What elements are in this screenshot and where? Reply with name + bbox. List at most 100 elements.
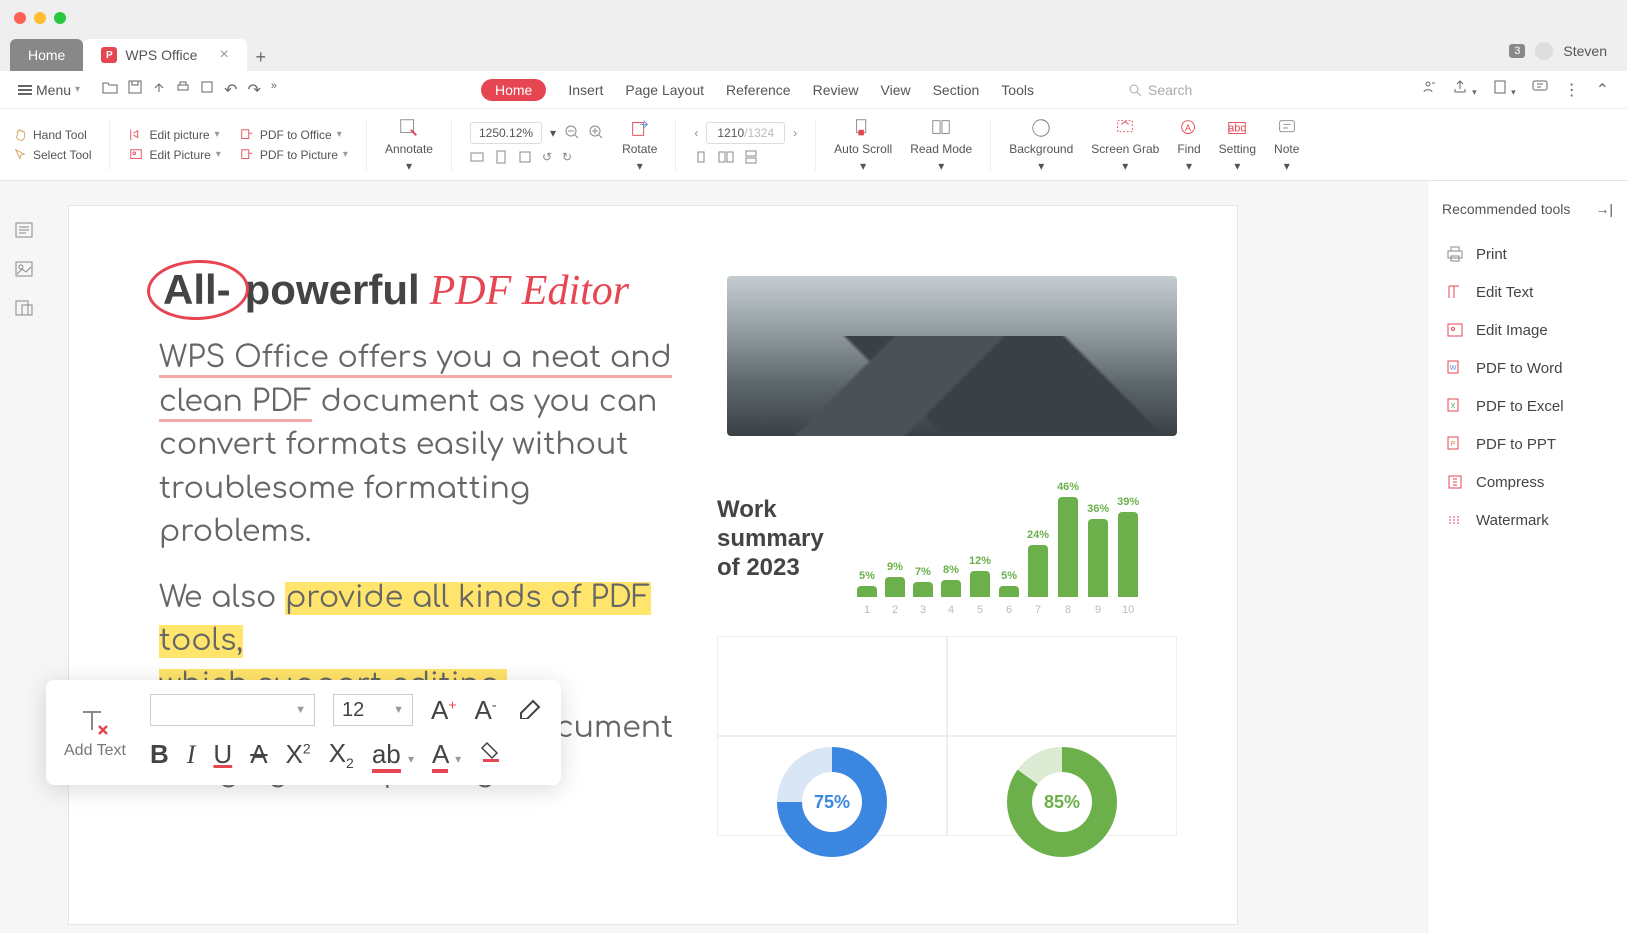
document-viewport[interactable]: All- powerful PDF Editor WPS Office offe… bbox=[48, 181, 1427, 933]
zoom-in-icon[interactable] bbox=[588, 124, 604, 143]
share-icon[interactable] bbox=[1420, 79, 1436, 100]
sidebar-item-pdf-word[interactable]: WPDF to Word bbox=[1442, 349, 1613, 387]
ribbon-page-layout[interactable]: Page Layout bbox=[625, 82, 704, 98]
pdf-to-picture[interactable]: PDF to Picture▾ bbox=[239, 148, 348, 162]
font-color-icon[interactable]: A ▾ bbox=[432, 739, 461, 770]
notification-badge[interactable]: 3 bbox=[1509, 44, 1525, 58]
continuous-icon[interactable] bbox=[744, 150, 758, 167]
rotate-button[interactable]: Rotate▾ bbox=[622, 117, 657, 173]
two-page-icon[interactable] bbox=[718, 150, 734, 167]
sidebar-item-edit-image[interactable]: Edit Image bbox=[1442, 311, 1613, 349]
subscript-icon[interactable]: X2 bbox=[329, 738, 354, 771]
eraser-icon[interactable] bbox=[515, 695, 543, 726]
ribbon-section[interactable]: Section bbox=[933, 82, 980, 98]
attachment-icon[interactable] bbox=[14, 299, 34, 322]
export-icon[interactable] bbox=[152, 80, 166, 100]
sidebar-item-pdf-ppt[interactable]: PPDF to PPT bbox=[1442, 425, 1613, 463]
hand-tool[interactable]: Hand Tool bbox=[12, 128, 91, 142]
zoom-out-icon[interactable] bbox=[564, 124, 580, 143]
bar-col: 39%10 bbox=[1117, 496, 1139, 616]
quick-access: ↶ ↷ » bbox=[102, 80, 277, 100]
ribbon-reference[interactable]: Reference bbox=[726, 82, 791, 98]
single-page-icon[interactable] bbox=[694, 150, 708, 167]
collapse-sidebar-icon[interactable]: →| bbox=[1595, 201, 1613, 217]
sidebar-item-compress[interactable]: Compress bbox=[1442, 463, 1613, 501]
tabbar: Home P WPS Office × + 3 Steven bbox=[0, 35, 1627, 71]
add-text-button[interactable]: Add Text bbox=[64, 706, 126, 760]
auto-scroll-button[interactable]: Auto Scroll▾ bbox=[834, 117, 892, 173]
bar-col: 24%7 bbox=[1027, 529, 1049, 616]
ribbon-tools[interactable]: Tools bbox=[1001, 82, 1034, 98]
actual-size-icon[interactable] bbox=[518, 150, 532, 167]
fit-width-icon[interactable] bbox=[470, 150, 484, 167]
outline-icon[interactable] bbox=[14, 221, 34, 244]
note-button[interactable]: Note▾ bbox=[1274, 117, 1299, 173]
background-button[interactable]: Background▾ bbox=[1009, 117, 1073, 173]
increase-font-icon[interactable]: A+ bbox=[431, 695, 457, 726]
kebab-icon[interactable]: ⋮ bbox=[1564, 80, 1580, 100]
more-quick-icon[interactable]: » bbox=[271, 80, 277, 100]
ribbon-view[interactable]: View bbox=[881, 82, 911, 98]
close-icon[interactable]: × bbox=[219, 46, 228, 64]
read-mode-button[interactable]: Read Mode▾ bbox=[910, 117, 972, 173]
tab-document[interactable]: P WPS Office × bbox=[83, 39, 246, 71]
upload-icon[interactable]: ▾ bbox=[1452, 79, 1477, 100]
edit-picture-1[interactable]: Edit picture▾ bbox=[128, 128, 220, 142]
bar-col: 9%2 bbox=[885, 561, 905, 616]
edit-picture-2[interactable]: Edit Picture▾ bbox=[128, 148, 220, 162]
decrease-font-icon[interactable]: A- bbox=[475, 695, 497, 726]
underline-icon[interactable]: U bbox=[213, 739, 232, 770]
ribbon-insert[interactable]: Insert bbox=[568, 82, 603, 98]
sidebar-item-watermark[interactable]: Watermark bbox=[1442, 501, 1613, 539]
save-icon[interactable] bbox=[128, 80, 142, 100]
font-family-select[interactable]: ▼ bbox=[150, 694, 315, 726]
collapse-icon[interactable]: ⌃ bbox=[1596, 80, 1609, 100]
body-paragraph-1: WPS Office offers you a neat and clean P… bbox=[159, 337, 679, 555]
find-button[interactable]: A Find▾ bbox=[1177, 117, 1200, 173]
thumbnail-icon[interactable] bbox=[14, 260, 34, 283]
bold-icon[interactable]: B bbox=[150, 739, 169, 770]
highlight-icon[interactable]: ab ▾ bbox=[372, 739, 414, 770]
setting-button[interactable]: abc Setting▾ bbox=[1219, 117, 1256, 173]
minimize-window-button[interactable] bbox=[34, 12, 46, 24]
undo-icon[interactable]: ↶ bbox=[224, 80, 237, 100]
select-tool[interactable]: Select Tool bbox=[12, 148, 91, 162]
new-tab-button[interactable]: + bbox=[247, 43, 275, 71]
ribbon-home[interactable]: Home bbox=[481, 79, 546, 101]
next-page-icon[interactable]: › bbox=[793, 126, 797, 140]
annotate-button[interactable]: Annotate▾ bbox=[385, 117, 433, 173]
circled-text: All- bbox=[159, 266, 235, 314]
superscript-icon[interactable]: X2 bbox=[286, 739, 311, 770]
comment-icon[interactable] bbox=[1532, 80, 1548, 99]
prev-page-icon[interactable]: ‹ bbox=[694, 126, 698, 140]
rotate-right-icon[interactable]: ↻ bbox=[562, 150, 572, 167]
fill-color-icon[interactable] bbox=[479, 739, 503, 770]
maximize-window-button[interactable] bbox=[54, 12, 66, 24]
sidebar-item-pdf-excel[interactable]: XPDF to Excel bbox=[1442, 387, 1613, 425]
fit-page-icon[interactable] bbox=[494, 150, 508, 167]
screen-grab-button[interactable]: Screen Grab▾ bbox=[1091, 117, 1159, 173]
open-icon[interactable] bbox=[102, 80, 118, 100]
font-size-select[interactable]: 12▼ bbox=[333, 694, 413, 726]
text-edit-toolbar[interactable]: Add Text ▼ 12▼ A+ A- B I U A X2 X2 ab ▾ … bbox=[46, 680, 561, 785]
avatar[interactable] bbox=[1535, 42, 1553, 60]
redo-icon[interactable]: ↷ bbox=[247, 80, 260, 100]
zoom-level[interactable]: 1250.12% bbox=[470, 122, 542, 144]
clipboard-icon[interactable]: ▾ bbox=[1493, 79, 1516, 100]
tab-home[interactable]: Home bbox=[10, 39, 83, 71]
pdf-to-office[interactable]: PDF to Office▾ bbox=[239, 128, 348, 142]
menu-button[interactable]: Menu ▾ bbox=[10, 78, 88, 102]
sidebar-item-edit-text[interactable]: Edit Text bbox=[1442, 273, 1613, 311]
rotate-left-icon[interactable]: ↺ bbox=[542, 150, 552, 167]
print-icon[interactable] bbox=[176, 80, 190, 100]
sidebar-item-print[interactable]: Print bbox=[1442, 235, 1613, 273]
close-window-button[interactable] bbox=[14, 12, 26, 24]
user-name[interactable]: Steven bbox=[1563, 43, 1607, 59]
ribbon-review[interactable]: Review bbox=[813, 82, 859, 98]
strikethrough-icon[interactable]: A bbox=[250, 739, 267, 770]
italic-icon[interactable]: I bbox=[187, 740, 196, 770]
pdf-excel-icon: X bbox=[1446, 397, 1464, 415]
search-box[interactable]: Search bbox=[1128, 82, 1192, 98]
page-number[interactable]: 1210/1324 bbox=[706, 122, 785, 144]
preview-icon[interactable] bbox=[200, 80, 214, 100]
